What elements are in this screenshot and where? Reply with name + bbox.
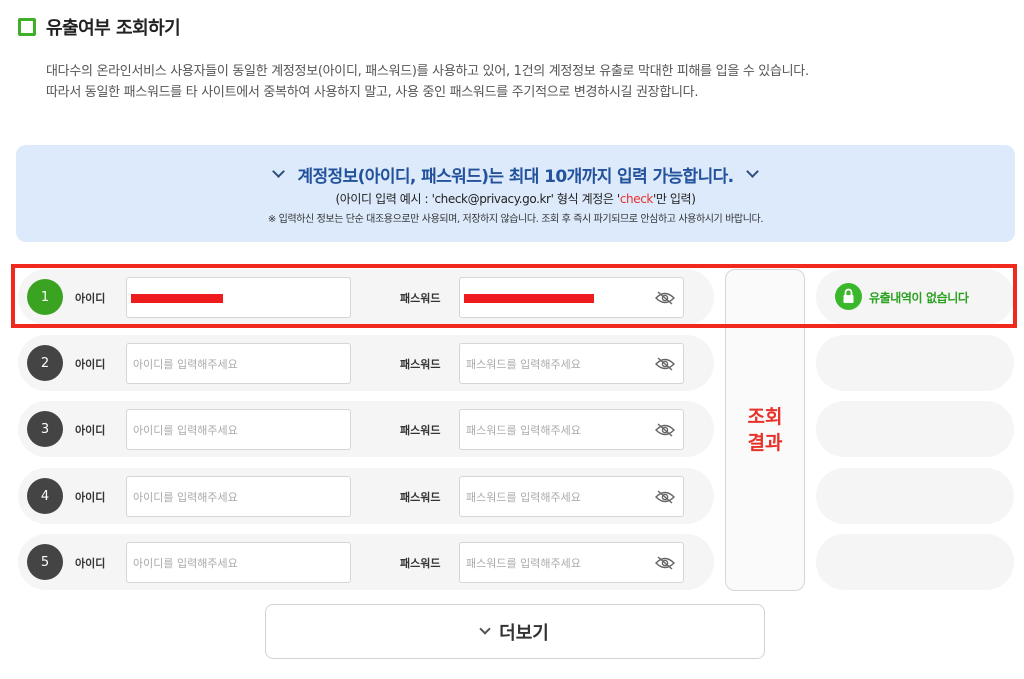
chevron-down-icon [272,165,286,178]
notice-headline-row: 계정정보(아이디, 패스워드)는 최대 10개까지 입력 가능합니다. [16,162,1015,187]
id-label: 아이디 [75,424,106,437]
password-placeholder: 패스워드를 입력해주세요 [466,490,581,504]
row-number-badge: 4 [27,478,63,514]
result-row-4 [816,468,1014,524]
password-placeholder: 패스워드를 입력해주세요 [466,357,581,371]
notice-note: ※ 입력하신 정보는 단순 대조용으로만 사용되며, 저장하지 않습니다. 조회… [267,214,764,225]
notice-example-prefix: (아이디 입력 예시 : 'check@privacy.go.kr' 형식 계정… [335,192,621,206]
account-row-5: 5 아이디 아이디를 입력해주세요 패스워드 패스워드를 입력해주세요 [18,534,714,590]
password-input[interactable]: 패스워드를 입력해주세요 [459,343,684,384]
chevron-down-icon [745,165,759,178]
notice-headline: 계정정보(아이디, 패스워드)는 최대 10개까지 입력 가능합니다. [297,167,734,187]
more-button-label: 더보기 [499,622,549,644]
password-placeholder: 패스워드를 입력해주세요 [466,423,581,437]
password-input[interactable]: 패스워드를 입력해주세요 [459,476,684,517]
notice-example-highlight: check [619,192,654,206]
notice-example-suffix: '만 입력) [652,192,696,206]
description: 대다수의 온라인서비스 사용자들이 동일한 계정정보(아이디, 패스워드)를 사… [46,61,809,103]
account-row-4: 4 아이디 아이디를 입력해주세요 패스워드 패스워드를 입력해주세요 [18,468,714,524]
account-row-2: 2 아이디 아이디를 입력해주세요 패스워드 패스워드를 입력해주세요 [18,335,714,391]
row-number-badge: 2 [27,345,63,381]
row-number-badge: 5 [27,544,63,580]
eye-slash-icon[interactable] [655,556,675,570]
page-title: 유출여부 조회하기 [46,18,181,39]
description-line-2: 따라서 동일한 패스워드를 타 사이트에서 중복하여 사용하지 말고, 사용 중… [46,85,699,100]
green-square-icon [18,18,36,36]
id-input[interactable]: 아이디를 입력해주세요 [126,409,351,450]
password-input[interactable]: 패스워드를 입력해주세요 [459,409,684,450]
result-row-3 [816,401,1014,457]
id-input[interactable]: 아이디를 입력해주세요 [126,476,351,517]
password-placeholder: 패스워드를 입력해주세요 [466,556,581,570]
password-label: 패스워드 [400,424,441,437]
password-input[interactable]: 패스워드를 입력해주세요 [459,542,684,583]
row-number-badge: 3 [27,411,63,447]
id-input[interactable]: 아이디를 입력해주세요 [126,542,351,583]
id-input[interactable]: 아이디를 입력해주세요 [126,343,351,384]
result-row-2 [816,335,1014,391]
password-label: 패스워드 [400,491,441,504]
eye-slash-icon[interactable] [655,357,675,371]
chevron-down-icon [479,622,491,635]
id-label: 아이디 [75,557,106,570]
result-row-5 [816,534,1014,590]
lookup-result-label: 조회결과 [747,406,783,454]
description-line-1: 대다수의 온라인서비스 사용자들이 동일한 계정정보(아이디, 패스워드)를 사… [46,64,809,79]
password-label: 패스워드 [400,557,441,570]
id-label: 아이디 [75,491,106,504]
eye-slash-icon[interactable] [655,490,675,504]
password-label: 패스워드 [400,358,441,371]
notice-example: (아이디 입력 예시 : 'check@privacy.go.kr' 형식 계정… [16,190,1015,207]
id-label: 아이디 [75,358,106,371]
account-row-3: 3 아이디 아이디를 입력해주세요 패스워드 패스워드를 입력해주세요 [18,401,714,457]
section-title-row: 유출여부 조회하기 [18,14,181,40]
highlight-box [11,264,1017,328]
more-button[interactable]: 더보기 [265,604,765,659]
eye-slash-icon[interactable] [655,423,675,437]
notice-box: 계정정보(아이디, 패스워드)는 최대 10개까지 입력 가능합니다. (아이디… [16,145,1015,242]
